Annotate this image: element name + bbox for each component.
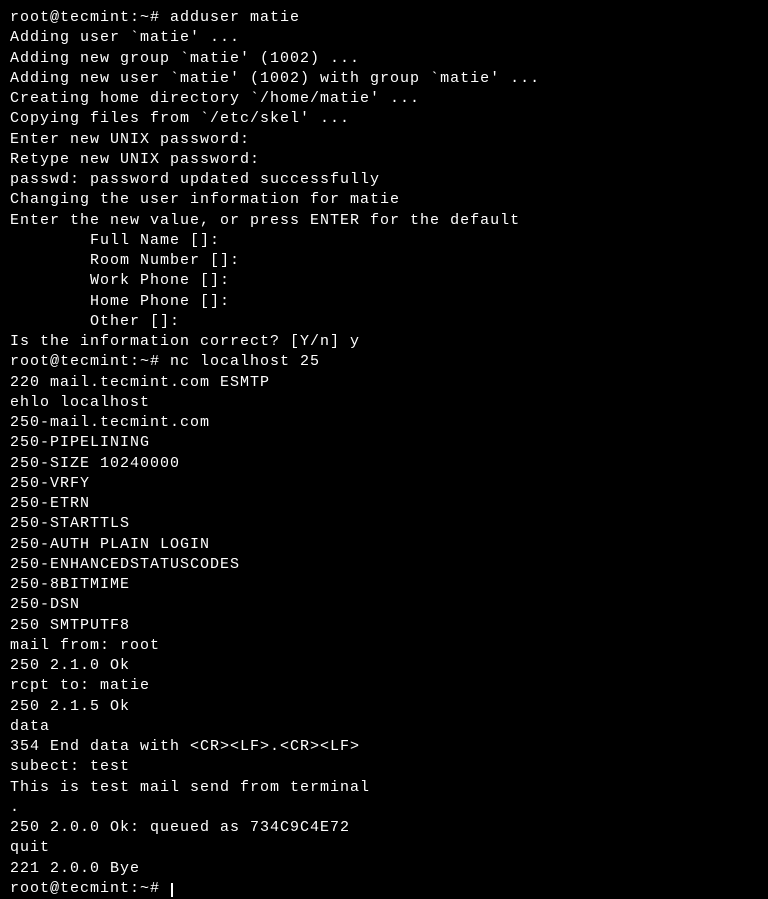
terminal-line: root@tecmint:~# nc localhost 25 bbox=[10, 352, 758, 372]
terminal-output: 250 2.1.5 Ok bbox=[10, 698, 130, 715]
terminal-output: Retype new UNIX password: bbox=[10, 151, 260, 168]
shell-prompt: root@tecmint:~# bbox=[10, 9, 170, 26]
terminal-output: Home Phone []: bbox=[10, 293, 230, 310]
cursor-icon bbox=[171, 883, 173, 897]
terminal-output: data bbox=[10, 718, 50, 735]
terminal-output: rcpt to: matie bbox=[10, 677, 150, 694]
terminal-line: 250-STARTTLS bbox=[10, 514, 758, 534]
terminal-line: 250 SMTPUTF8 bbox=[10, 616, 758, 636]
terminal-line: 250 2.1.5 Ok bbox=[10, 697, 758, 717]
terminal-line: root@tecmint:~# adduser matie bbox=[10, 8, 758, 28]
terminal-line: . bbox=[10, 798, 758, 818]
terminal-line: 221 2.0.0 Bye bbox=[10, 859, 758, 879]
terminal-line: 250-AUTH PLAIN LOGIN bbox=[10, 535, 758, 555]
terminal-output: passwd: password updated successfully bbox=[10, 171, 380, 188]
terminal-line: 250-DSN bbox=[10, 595, 758, 615]
terminal-line: subect: test bbox=[10, 757, 758, 777]
terminal-output: 250-ETRN bbox=[10, 495, 90, 512]
terminal-output: Full Name []: bbox=[10, 232, 220, 249]
terminal-line: 250-ENHANCEDSTATUSCODES bbox=[10, 555, 758, 575]
terminal-output: 250 SMTPUTF8 bbox=[10, 617, 130, 634]
terminal-output: 250 2.1.0 Ok bbox=[10, 657, 130, 674]
terminal-output: 250-VRFY bbox=[10, 475, 90, 492]
terminal-output: 250-ENHANCEDSTATUSCODES bbox=[10, 556, 240, 573]
terminal-line: Copying files from `/etc/skel' ... bbox=[10, 109, 758, 129]
terminal-output: Adding user `matie' ... bbox=[10, 29, 240, 46]
terminal-line: 250-mail.tecmint.com bbox=[10, 413, 758, 433]
shell-prompt: root@tecmint:~# bbox=[10, 353, 170, 370]
terminal-output: 250-DSN bbox=[10, 596, 80, 613]
terminal-line: Room Number []: bbox=[10, 251, 758, 271]
terminal-output: 250-SIZE 10240000 bbox=[10, 455, 180, 472]
terminal-line: Enter new UNIX password: bbox=[10, 130, 758, 150]
shell-prompt: root@tecmint:~# bbox=[10, 880, 170, 897]
terminal-output: 250-STARTTLS bbox=[10, 515, 130, 532]
terminal-output: 221 2.0.0 Bye bbox=[10, 860, 140, 877]
terminal-output: 354 End data with <CR><LF>.<CR><LF> bbox=[10, 738, 360, 755]
terminal-line: Full Name []: bbox=[10, 231, 758, 251]
terminal-line: Work Phone []: bbox=[10, 271, 758, 291]
terminal-output: Copying files from `/etc/skel' ... bbox=[10, 110, 350, 127]
terminal-output: mail from: root bbox=[10, 637, 160, 654]
terminal-line: rcpt to: matie bbox=[10, 676, 758, 696]
terminal-output: Room Number []: bbox=[10, 252, 240, 269]
terminal-output: Adding new user `matie' (1002) with grou… bbox=[10, 70, 540, 87]
terminal-output: 250 2.0.0 Ok: queued as 734C9C4E72 bbox=[10, 819, 350, 836]
terminal-line: Adding new group `matie' (1002) ... bbox=[10, 49, 758, 69]
terminal-line: 220 mail.tecmint.com ESMTP bbox=[10, 373, 758, 393]
terminal-output: This is test mail send from terminal bbox=[10, 779, 370, 796]
terminal-output: 250-AUTH PLAIN LOGIN bbox=[10, 536, 210, 553]
terminal-line: passwd: password updated successfully bbox=[10, 170, 758, 190]
terminal-output: Enter new UNIX password: bbox=[10, 131, 250, 148]
terminal-output: 250-PIPELINING bbox=[10, 434, 150, 451]
terminal-output: quit bbox=[10, 839, 50, 856]
terminal-line: data bbox=[10, 717, 758, 737]
terminal-output: 250-8BITMIME bbox=[10, 576, 130, 593]
terminal-line: Adding new user `matie' (1002) with grou… bbox=[10, 69, 758, 89]
terminal-line: 250-8BITMIME bbox=[10, 575, 758, 595]
shell-command: adduser matie bbox=[170, 9, 300, 26]
terminal-line: 250 2.0.0 Ok: queued as 734C9C4E72 bbox=[10, 818, 758, 838]
terminal-line: ehlo localhost bbox=[10, 393, 758, 413]
terminal-output: 220 mail.tecmint.com ESMTP bbox=[10, 374, 270, 391]
terminal-line: mail from: root bbox=[10, 636, 758, 656]
terminal-line: Adding user `matie' ... bbox=[10, 28, 758, 48]
terminal-window[interactable]: root@tecmint:~# adduser matieAdding user… bbox=[10, 8, 758, 899]
terminal-line: quit bbox=[10, 838, 758, 858]
terminal-output: . bbox=[10, 799, 20, 816]
terminal-output: Creating home directory `/home/matie' ..… bbox=[10, 90, 420, 107]
terminal-line: 250-VRFY bbox=[10, 474, 758, 494]
terminal-output: Enter the new value, or press ENTER for … bbox=[10, 212, 520, 229]
terminal-line: Retype new UNIX password: bbox=[10, 150, 758, 170]
terminal-output: Is the information correct? [Y/n] y bbox=[10, 333, 360, 350]
terminal-output: Work Phone []: bbox=[10, 272, 230, 289]
terminal-line: This is test mail send from terminal bbox=[10, 778, 758, 798]
terminal-output: Adding new group `matie' (1002) ... bbox=[10, 50, 360, 67]
terminal-line: Home Phone []: bbox=[10, 292, 758, 312]
terminal-line: 250 2.1.0 Ok bbox=[10, 656, 758, 676]
terminal-line: 354 End data with <CR><LF>.<CR><LF> bbox=[10, 737, 758, 757]
terminal-line: Is the information correct? [Y/n] y bbox=[10, 332, 758, 352]
terminal-line: 250-SIZE 10240000 bbox=[10, 454, 758, 474]
shell-command: nc localhost 25 bbox=[170, 353, 320, 370]
terminal-line: 250-PIPELINING bbox=[10, 433, 758, 453]
terminal-line: Enter the new value, or press ENTER for … bbox=[10, 211, 758, 231]
terminal-line: 250-ETRN bbox=[10, 494, 758, 514]
terminal-output: 250-mail.tecmint.com bbox=[10, 414, 210, 431]
terminal-output: subect: test bbox=[10, 758, 130, 775]
terminal-line: Changing the user information for matie bbox=[10, 190, 758, 210]
terminal-output: ehlo localhost bbox=[10, 394, 150, 411]
terminal-output: Changing the user information for matie bbox=[10, 191, 400, 208]
terminal-output: Other []: bbox=[10, 313, 180, 330]
terminal-line: Creating home directory `/home/matie' ..… bbox=[10, 89, 758, 109]
terminal-line: Other []: bbox=[10, 312, 758, 332]
terminal-line: root@tecmint:~# bbox=[10, 879, 758, 899]
